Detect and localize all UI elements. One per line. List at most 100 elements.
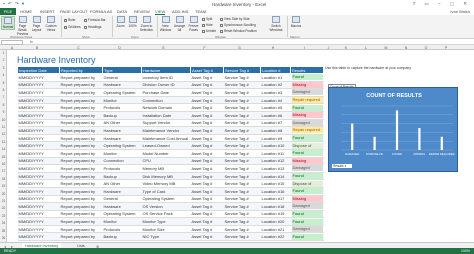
table-cell[interactable]: Damaged <box>290 225 324 234</box>
table-cell[interactable]: Maintenance Cost Annual <box>141 134 191 143</box>
column-header[interactable]: L <box>356 46 376 50</box>
tab-data[interactable]: DATA <box>117 9 127 14</box>
table-cell[interactable]: Service Tag # <box>223 164 261 173</box>
chart-bar[interactable] <box>395 110 399 150</box>
table-cell[interactable]: Asset Tag # <box>190 187 224 196</box>
table-cell[interactable]: Network Domain <box>141 103 191 112</box>
row-header[interactable]: 16 <box>0 162 7 166</box>
synchronous-scrolling-button[interactable]: Synchronous Scrolling <box>220 23 256 27</box>
table-cell[interactable]: Report prepared by <box>59 134 103 143</box>
arrange-all-button[interactable]: Arrange All <box>173 16 186 32</box>
table-cell[interactable]: MM/DD/YYYY <box>17 225 60 234</box>
zoom-100-button[interactable]: 100% <box>127 16 138 28</box>
table-cell[interactable]: Report prepared by <box>59 81 103 90</box>
row-header[interactable]: 18 <box>0 177 7 181</box>
table-cell[interactable]: Report prepared by <box>59 217 103 226</box>
table-cell[interactable]: Maintenance Vendor <box>141 126 191 135</box>
table-cell[interactable]: Location #12 <box>260 157 291 166</box>
column-header[interactable]: A <box>7 46 17 50</box>
table-cell[interactable]: Asset Tag # <box>190 164 224 173</box>
table-cell[interactable]: Damaged <box>290 119 324 128</box>
row-header[interactable]: 21 <box>0 199 7 203</box>
table-cell[interactable]: Found <box>290 73 324 82</box>
column-heading[interactable]: Type <box>102 66 142 74</box>
table-cell[interactable]: Location #22 <box>260 232 291 242</box>
table-cell[interactable]: General <box>102 195 142 204</box>
split-button[interactable]: Split <box>202 17 212 21</box>
row-header[interactable]: 1 <box>0 51 7 55</box>
table-cell[interactable]: Report prepared by <box>59 202 103 211</box>
table-cell[interactable]: Hardware <box>102 81 142 90</box>
page-layout-button[interactable]: Page Layout <box>30 16 43 32</box>
table-cell[interactable]: Asset Tag # <box>190 103 224 112</box>
table-cell[interactable]: MM/DD/YYYY <box>17 73 60 82</box>
table-cell[interactable]: Operating System <box>102 88 142 97</box>
row-header[interactable]: 25 <box>0 229 7 233</box>
table-cell[interactable]: Division Owner ID <box>141 81 191 90</box>
table-cell[interactable]: Installation Date <box>141 111 191 120</box>
freeze-panes-button[interactable]: Freeze Panes <box>187 16 200 32</box>
chart-bar[interactable] <box>418 128 421 150</box>
table-cell[interactable]: Service Tag # <box>223 141 261 150</box>
table-cell[interactable]: Location #8 <box>260 126 291 135</box>
table-cell[interactable]: Damaged <box>290 202 324 211</box>
table-cell[interactable]: Service Tag # <box>223 195 261 204</box>
table-cell[interactable]: OS Service Pack <box>141 210 191 219</box>
column-heading[interactable]: Results <box>290 66 324 74</box>
table-cell[interactable]: Asset Tag # <box>190 157 224 166</box>
row-header[interactable]: 9 <box>0 110 7 114</box>
table-cell[interactable]: Asset Tag # <box>190 126 224 135</box>
table-cell[interactable]: Report prepared by <box>59 225 103 234</box>
row-header[interactable]: 22 <box>0 206 7 210</box>
table-cell[interactable]: Connection <box>102 157 142 166</box>
table-cell[interactable]: Asset Tag # <box>190 119 224 128</box>
table-cell[interactable]: Asset Tag # <box>190 195 224 204</box>
hide-button[interactable]: Hide <box>202 23 213 27</box>
tab-home[interactable]: HOME <box>20 9 32 14</box>
gridlines-checkbox[interactable]: Gridlines <box>64 25 81 29</box>
table-cell[interactable]: Report prepared by <box>59 141 103 150</box>
table-cell[interactable]: Location #9 <box>260 134 291 143</box>
table-cell[interactable]: Service Tag # <box>223 172 261 181</box>
table-cell[interactable]: Video Memory MB <box>141 179 191 188</box>
table-cell[interactable]: Report prepared by <box>59 179 103 188</box>
table-cell[interactable]: Disk Memory MB <box>141 172 191 181</box>
table-cell[interactable]: NIC Type <box>141 232 191 242</box>
tab-add-ins[interactable]: ADD-INS <box>172 9 188 14</box>
normal-view-button[interactable]: Normal <box>1 16 15 30</box>
table-cell[interactable]: Operating System <box>102 141 142 150</box>
row-header[interactable]: 23 <box>0 214 7 218</box>
tab-file[interactable]: FILE <box>0 8 16 15</box>
table-cell[interactable]: AN Other <box>102 119 142 128</box>
table-cell[interactable]: Service Tag # <box>223 119 261 128</box>
chart-bar[interactable] <box>373 136 376 150</box>
zoom-to-selection-button[interactable]: Zoom to Selection <box>139 16 154 32</box>
ruler-checkbox[interactable]: Ruler <box>64 18 76 22</box>
column-heading[interactable]: Service Tag # <box>223 66 261 74</box>
table-cell[interactable]: Report prepared by <box>59 73 103 82</box>
table-cell[interactable]: Found <box>290 172 324 181</box>
table-cell[interactable]: Location #15 <box>260 179 291 188</box>
table-cell[interactable]: Asset Tag # <box>190 141 224 150</box>
table-cell[interactable]: MM/DD/YYYY <box>17 126 60 135</box>
table-cell[interactable]: Location #10 <box>260 141 291 150</box>
table-cell[interactable]: Location #3 <box>260 88 291 97</box>
table-cell[interactable]: Location #18 <box>260 202 291 211</box>
table-cell[interactable]: MM/DD/YYYY <box>17 210 60 219</box>
table-cell[interactable]: Asset Tag # <box>190 232 224 242</box>
table-cell[interactable]: MM/DD/YYYY <box>17 149 60 158</box>
table-cell[interactable]: Report prepared by <box>59 195 103 204</box>
chart-bar[interactable] <box>440 136 443 150</box>
formula-bar-checkbox[interactable]: Formula Bar <box>84 18 106 22</box>
table-cell[interactable]: Inventory Item ID <box>141 73 191 82</box>
table-cell[interactable]: Report prepared by <box>59 111 103 120</box>
table-cell[interactable]: OS Version <box>141 202 191 211</box>
column-header[interactable]: K <box>336 46 356 50</box>
table-cell[interactable]: Backup <box>102 232 142 242</box>
table-cell[interactable]: Service Tag # <box>223 210 261 219</box>
table-cell[interactable]: Operating System <box>102 210 142 219</box>
table-cell[interactable]: MM/DD/YYYY <box>17 217 60 226</box>
table-cell[interactable]: Asset Tag # <box>190 111 224 120</box>
table-cell[interactable]: Report prepared by <box>59 232 103 242</box>
row-header[interactable]: 6 <box>0 88 7 92</box>
